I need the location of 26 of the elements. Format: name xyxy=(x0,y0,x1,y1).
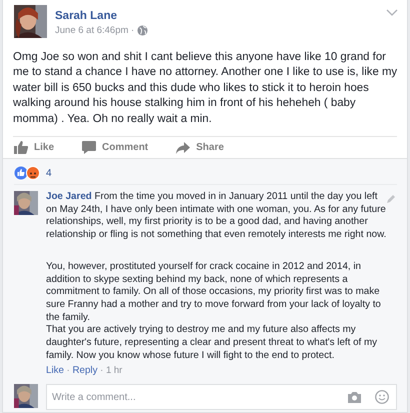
comment-text: Joe Jared From the time you moved in in January 2011 until the day you left on May 24th, I have only been intimate with one woman, you. As for any future relationships, well, my first priority is to be a good dad, and having another relationship or fling is not something that even remotely interests me right now. xyxy=(46,191,388,242)
separator-dot: · xyxy=(99,365,104,378)
author-name[interactable]: Sarah Lane xyxy=(55,10,148,22)
comment-field[interactable]: Write a comment... xyxy=(46,384,397,410)
like-button[interactable]: Like xyxy=(14,141,54,154)
chevron-down-icon[interactable] xyxy=(386,9,398,16)
share-button[interactable]: Share xyxy=(176,141,224,154)
reaction-count[interactable]: 4 xyxy=(46,168,52,179)
like-link[interactable]: Like xyxy=(46,365,64,378)
pencil-icon[interactable] xyxy=(387,195,395,204)
globe-icon xyxy=(136,25,148,36)
camera-icon[interactable] xyxy=(348,392,361,403)
comment-text: That you are actively trying to destroy me and my future also affects my daughter's future, representing a clear and present threat to what's left of my family. Now you know whose future I will fight to the end to protect. xyxy=(46,324,378,362)
smiley-icon[interactable] xyxy=(375,390,389,404)
separator-dot: · xyxy=(66,365,71,378)
thumbs-up-icon xyxy=(14,141,28,154)
reaction-icons xyxy=(14,166,42,180)
post-text: Omg Joe so won and shit I cant believe this anyone have like 10 grand for me to stand a chance I have no attorney. Another one I like to use is, like my water bill is 650 bucks and this dude who likes to stick it to heroin hoes walking around his house stalking him in front of his heheheh ( baby momma) . Yea. Oh no really wait a min. xyxy=(13,50,398,127)
comment-text: You, however, prostituted yourself for crack cocaine in 2012 and 2014, in addition to skype sexting behind my back, none of which represents a commitment to family. On all of those occasions, my priority first was to make sure Franny had a mother and try to move forward from your lack of loyalty to the family. xyxy=(46,260,382,324)
comment-time: 1 hr xyxy=(106,365,122,378)
commenter-name[interactable]: Joe Jared xyxy=(46,191,92,202)
comment-button[interactable]: Comment xyxy=(82,141,148,154)
speech-bubble-icon xyxy=(82,141,96,154)
share-arrow-icon xyxy=(176,142,190,154)
reply-link[interactable]: Reply xyxy=(72,365,98,378)
post-time[interactable]: June 6 at 6:46pm · xyxy=(55,25,137,36)
